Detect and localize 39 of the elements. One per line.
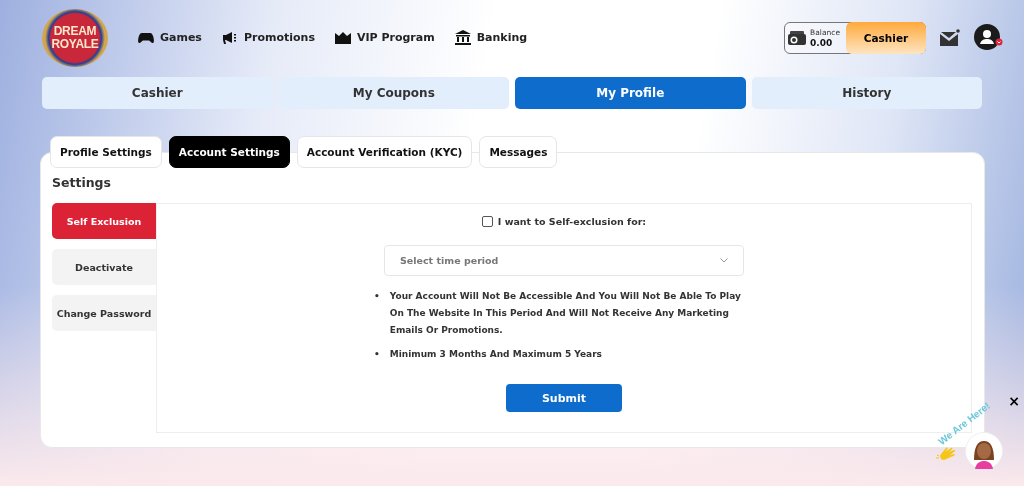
megaphone-icon	[221, 30, 238, 45]
main-tab[interactable]: History	[751, 77, 982, 109]
logo-text: ROYALE	[51, 37, 99, 51]
side-menu-item[interactable]: Self Exclusion	[52, 203, 156, 239]
submit-button[interactable]: Submit	[506, 384, 622, 412]
bullet: •	[374, 348, 380, 361]
waving-hand-icon	[936, 446, 958, 462]
cashier-button[interactable]: Cashier	[846, 21, 926, 54]
sub-tab[interactable]: Profile Settings	[50, 136, 162, 168]
main-tab[interactable]: Cashier	[42, 77, 273, 109]
wallet-icon	[788, 29, 807, 46]
note-text: Minimum 3 Months And Maximum 5 Years	[389, 348, 602, 361]
checkbox[interactable]	[481, 216, 493, 227]
mail-icon[interactable]	[940, 28, 960, 47]
logo[interactable]: DREAM ROYALE	[42, 8, 108, 67]
main-tab[interactable]: My Coupons	[278, 77, 509, 109]
period-select[interactable]: Select time period	[384, 245, 744, 276]
close-icon[interactable]: ×	[1008, 394, 1020, 408]
crown-icon	[334, 31, 351, 44]
gamepad-icon	[138, 31, 154, 44]
balance-value: 0.00	[810, 37, 834, 48]
logo-text: DREAM	[53, 24, 97, 38]
nav-link[interactable]: VIP Program	[334, 30, 435, 45]
sub-tab[interactable]: Messages	[479, 136, 558, 168]
bullet: •	[374, 290, 380, 303]
section-title: Settings	[52, 175, 112, 190]
user-avatar-icon[interactable]	[974, 23, 1004, 52]
nav-link[interactable]: Promotions	[221, 30, 315, 45]
side-menu-item[interactable]: Deactivate	[52, 249, 156, 285]
bank-icon	[454, 30, 471, 45]
sub-tab[interactable]: Account Verification (KYC)	[296, 136, 473, 168]
nav-link[interactable]: Games	[138, 30, 202, 45]
chevron-down-icon	[720, 258, 728, 263]
main-tab[interactable]: My Profile	[515, 77, 746, 109]
note-text: Your Account Will Not Be Accessible And You Will Not Be Able To Play On The Website In This Period And Will Not Receive Any Marketing Emails Or Promotions.	[389, 290, 742, 337]
nav-link[interactable]: Banking	[454, 30, 528, 45]
checkbox-label: I want to Self-exclusion for:	[497, 216, 647, 227]
side-menu-item[interactable]: Change Password	[52, 295, 156, 331]
sub-tab[interactable]: Account Settings	[168, 136, 290, 168]
